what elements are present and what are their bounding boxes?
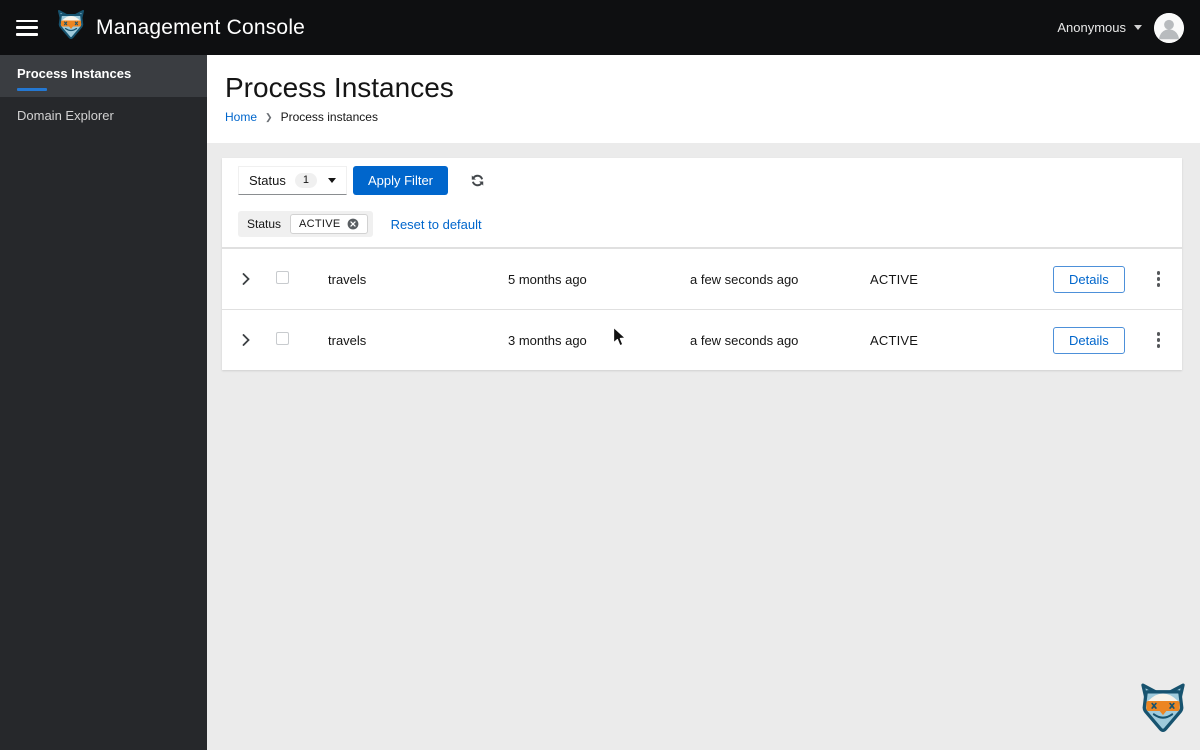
reset-to-default-button[interactable]: Reset to default: [391, 217, 482, 232]
chevron-down-icon: [327, 178, 336, 183]
sidebar-nav: Process Instances Domain Explorer: [0, 55, 207, 750]
filter-toolbar: Status 1 Apply Filter Status ACTIVE Rese…: [222, 158, 1182, 247]
content-area: Status 1 Apply Filter Status ACTIVE Rese…: [207, 143, 1200, 750]
filter-count-badge: 1: [294, 173, 317, 188]
masthead: Management Console Anonymous: [0, 0, 1200, 55]
process-started: 5 months ago: [508, 271, 587, 287]
sync-icon[interactable]: [470, 173, 485, 188]
kogito-logo-icon: [56, 10, 86, 45]
table-row: travels 5 months ago a few seconds ago A…: [222, 248, 1182, 309]
app-title: Management Console: [96, 15, 306, 39]
breadcrumb: Home ❯ Process instances: [225, 110, 1182, 124]
sidebar-item-process-instances[interactable]: Process Instances: [0, 55, 207, 97]
row-select-checkbox[interactable]: [276, 271, 289, 284]
kebab-icon[interactable]: [1149, 267, 1169, 291]
process-name: travels: [328, 271, 367, 287]
angle-right-icon[interactable]: [238, 330, 254, 350]
nav-item-label: Domain Explorer: [17, 108, 114, 123]
active-filter-chip: ACTIVE: [290, 214, 368, 234]
process-updated: a few seconds ago: [690, 332, 799, 348]
kogito-logo-icon: [1138, 682, 1188, 742]
process-list-card: Status 1 Apply Filter Status ACTIVE Rese…: [222, 158, 1182, 370]
process-state: ACTIVE: [870, 271, 919, 287]
active-nav-underline: [17, 88, 47, 91]
apply-filter-button[interactable]: Apply Filter: [352, 166, 449, 195]
status-chip-group: Status ACTIVE: [238, 211, 373, 237]
process-updated: a few seconds ago: [690, 271, 799, 287]
hamburger-icon[interactable]: [16, 19, 38, 36]
kebab-icon[interactable]: [1149, 328, 1169, 352]
user-menu[interactable]: Anonymous: [1057, 20, 1142, 35]
times-circle-icon[interactable]: [347, 218, 359, 230]
row-select-checkbox[interactable]: [276, 332, 289, 345]
breadcrumb-home-link[interactable]: Home: [225, 110, 257, 124]
nav-item-label: Process Instances: [17, 66, 132, 81]
sidebar-item-domain-explorer[interactable]: Domain Explorer: [0, 97, 207, 132]
status-filter-label: Status: [249, 173, 286, 188]
process-state: ACTIVE: [870, 332, 919, 348]
status-filter-select[interactable]: Status 1: [238, 166, 347, 195]
breadcrumb-separator-icon: ❯: [265, 111, 273, 122]
page-title: Process Instances: [225, 72, 454, 103]
chip-label: ACTIVE: [299, 218, 341, 230]
main-area: Process Instances Home ❯ Process instanc…: [207, 55, 1200, 750]
breadcrumb-current: Process instances: [280, 110, 378, 124]
process-name: travels: [328, 332, 367, 348]
page-header: Process Instances Home ❯ Process instanc…: [207, 55, 1200, 143]
user-name: Anonymous: [1057, 20, 1126, 35]
process-started: 3 months ago: [508, 332, 587, 348]
user-avatar-icon[interactable]: [1154, 12, 1184, 43]
angle-right-icon[interactable]: [238, 269, 254, 289]
chip-category-label: Status: [247, 217, 282, 231]
details-button[interactable]: Details: [1053, 265, 1125, 293]
table-row: travels 3 months ago a few seconds ago A…: [222, 309, 1182, 370]
details-button[interactable]: Details: [1053, 326, 1125, 354]
chevron-down-icon: [1134, 25, 1142, 30]
brand: Management Console: [56, 10, 305, 45]
